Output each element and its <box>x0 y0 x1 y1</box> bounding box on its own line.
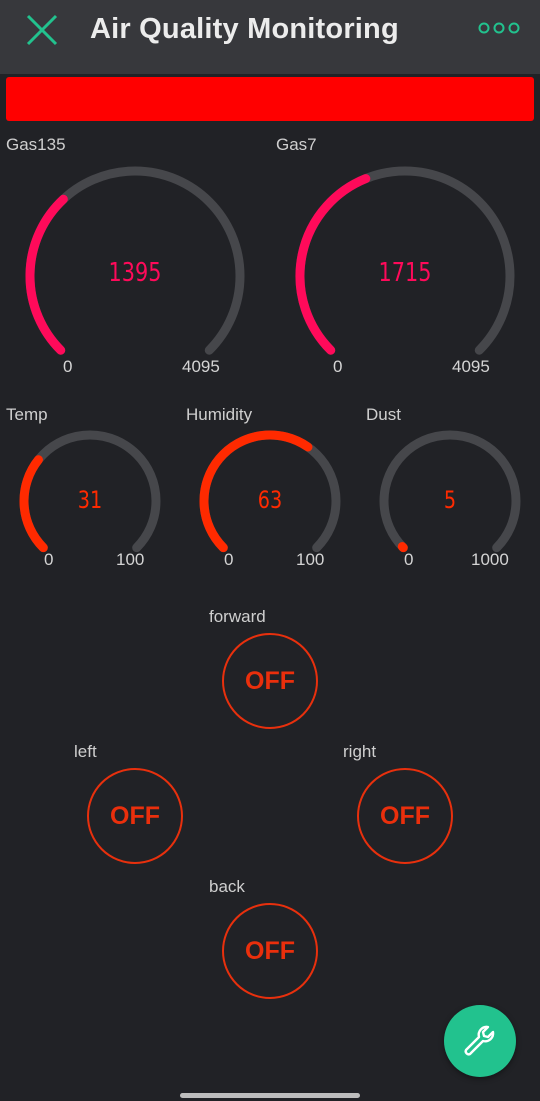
gauge-label-gas7: Gas7 <box>276 135 317 154</box>
close-button[interactable] <box>22 10 62 50</box>
gauge-label-gas135: Gas135 <box>6 135 66 154</box>
forward-label: forward <box>209 607 266 626</box>
app-title: Air Quality Monitoring <box>90 13 399 45</box>
app-bar: Air Quality Monitoring <box>0 0 540 74</box>
right-button[interactable]: OFF <box>357 768 453 864</box>
gauge-value-temp: 31 <box>77 486 103 514</box>
gauge-min-dust: 0 <box>404 550 414 569</box>
gauge-gas7 <box>295 166 515 355</box>
status-banner <box>6 77 534 121</box>
left-button[interactable]: OFF <box>87 768 183 864</box>
settings-fab[interactable] <box>444 1005 516 1077</box>
right-label: right <box>343 742 377 761</box>
gauge-value-gas7: 1715 <box>378 258 432 288</box>
gauge-max-gas7: 4095 <box>452 357 490 376</box>
gauge-fill-dust <box>397 542 408 553</box>
gauge-value-dust: 5 <box>443 486 457 514</box>
gauge-min-gas7: 0 <box>333 357 343 376</box>
gauge-max-gas135: 4095 <box>182 357 220 376</box>
left-label: left <box>74 742 97 761</box>
gauge-gas135 <box>25 166 245 355</box>
close-icon <box>26 14 58 46</box>
more-dots-icon <box>478 22 520 34</box>
gauge-max-humidity: 100 <box>296 550 325 569</box>
more-button[interactable] <box>478 18 520 38</box>
gauge-value-humidity: 63 <box>257 486 283 514</box>
gauge-value-gas135: 1395 <box>108 258 162 288</box>
back-label: back <box>209 877 245 896</box>
gauge-max-temp: 100 <box>116 550 145 569</box>
back-button[interactable]: OFF <box>222 903 318 999</box>
gauge-max-dust: 1000 <box>471 550 509 569</box>
wrench-icon <box>464 1025 495 1056</box>
gauge-min-temp: 0 <box>44 550 54 569</box>
gauge-min-humidity: 0 <box>224 550 234 569</box>
forward-button[interactable]: OFF <box>222 633 318 729</box>
home-indicator[interactable] <box>180 1093 360 1098</box>
gauge-min-gas135: 0 <box>63 357 73 376</box>
